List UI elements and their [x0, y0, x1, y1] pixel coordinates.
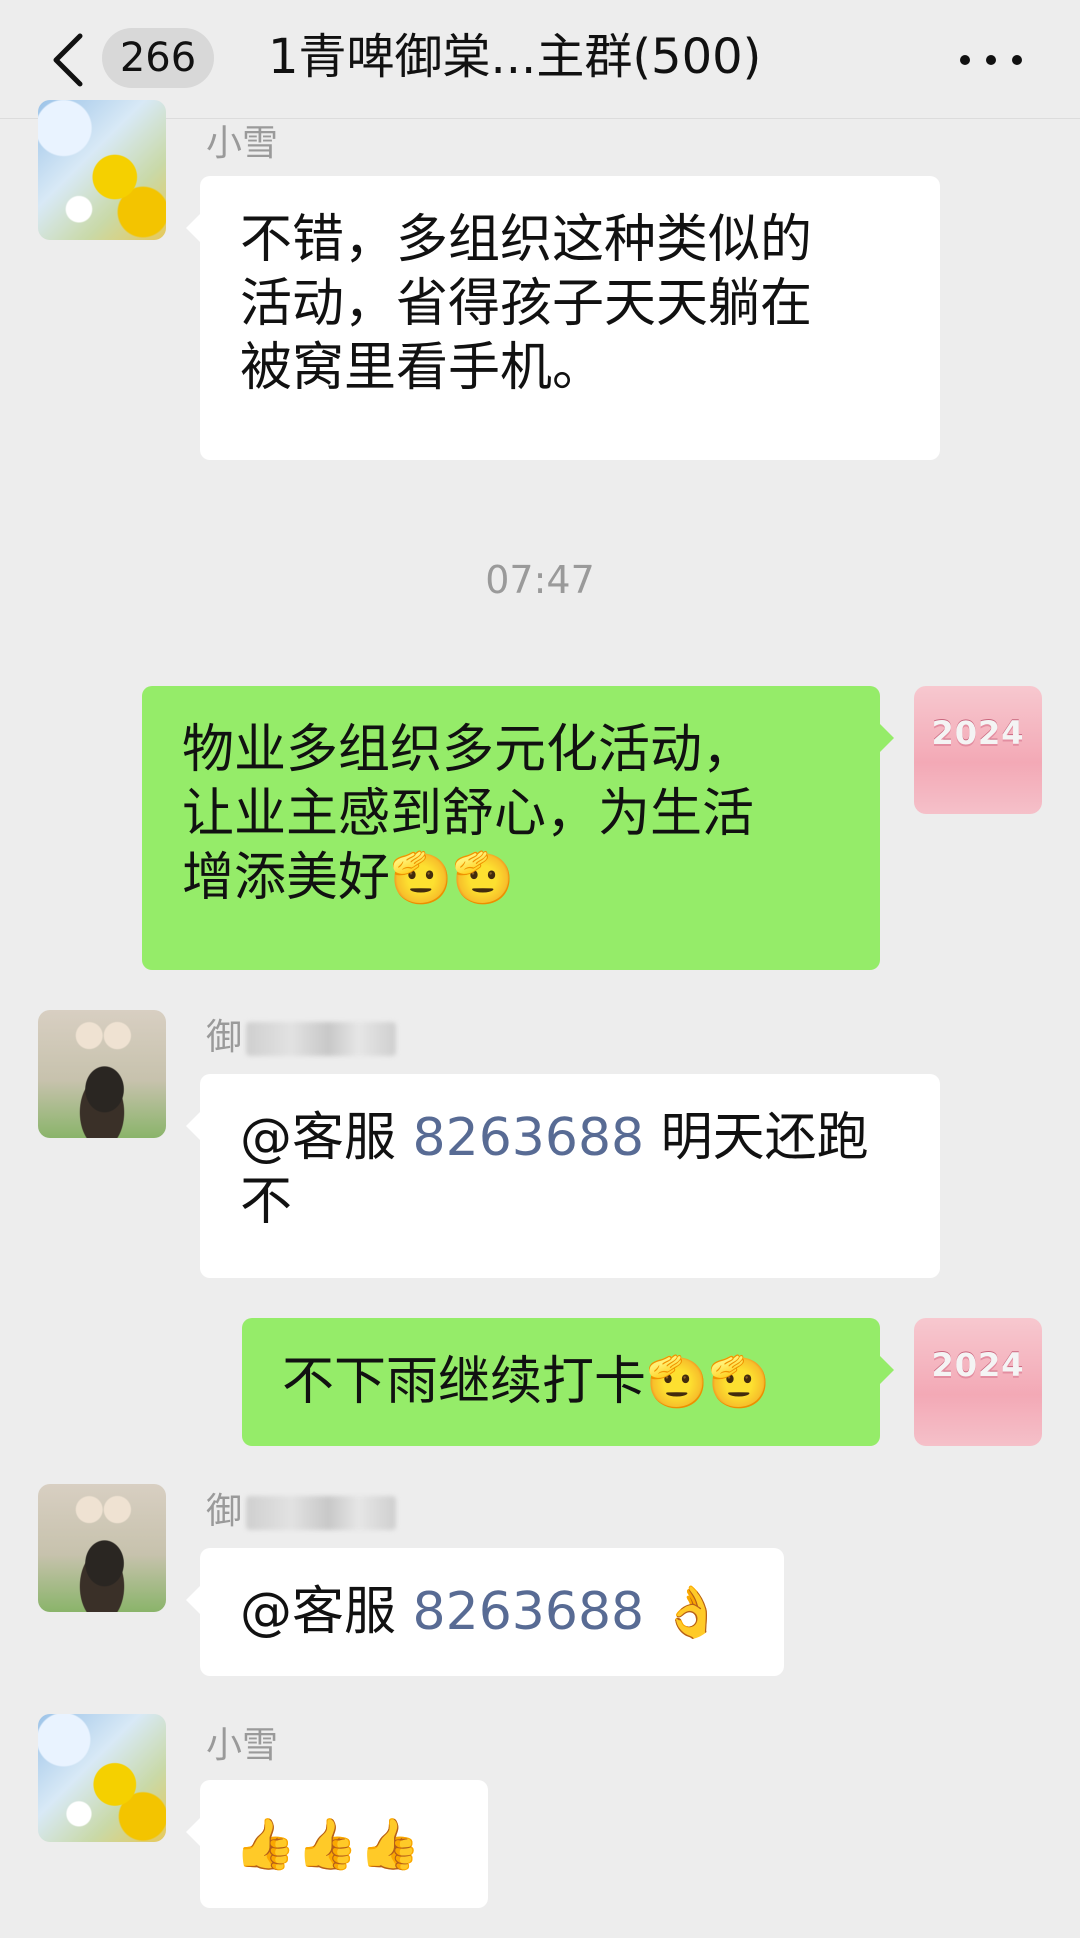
message-line: 让业主感到舒心，为生活 — [182, 784, 755, 844]
mention-number[interactable]: 8263688 — [413, 1108, 645, 1168]
saluting-face-emoji: 🫡🫡 — [390, 849, 515, 907]
sender-name-prefix: 御 — [206, 1491, 243, 1532]
message-timestamp: 07:47 — [485, 558, 595, 602]
avatar-member[interactable] — [38, 1010, 166, 1138]
message-line: 活动，省得孩子天天躺在 — [240, 274, 813, 334]
avatar-xiaoxue[interactable] — [38, 1714, 166, 1842]
avatar-label: 2024 — [931, 714, 1025, 752]
sender-name-prefix: 御 — [206, 1017, 243, 1058]
back-arrow-icon[interactable] — [48, 30, 88, 90]
mention-label[interactable]: @客服 — [240, 1108, 396, 1168]
saluting-face-emoji: 🫡🫡 — [646, 1353, 771, 1411]
blurred-name — [246, 1496, 397, 1530]
message-line: @客服 8263688 明天还跑 — [240, 1106, 900, 1170]
blurred-name — [246, 1022, 397, 1056]
message-bubble-outgoing[interactable]: 物业多组织多元化活动， 让业主感到舒心，为生活 增添美好🫡🫡 — [142, 686, 894, 970]
message-line: 不错，多组织这种类似的 — [240, 210, 813, 270]
message-line: 增添美好🫡🫡 — [182, 846, 840, 910]
message-bubble[interactable]: 不错，多组织这种类似的 活动，省得孩子天天躺在 被窝里看手机。 — [186, 176, 940, 460]
avatar-member[interactable] — [38, 1484, 166, 1612]
message-text: 增添美好 — [182, 848, 391, 908]
thumbs-up-emoji: 👍👍👍 — [234, 1815, 421, 1873]
my-avatar[interactable]: 2024 — [914, 686, 1042, 814]
message-text: 明天还跑 — [660, 1108, 869, 1168]
sender-name: 御 — [206, 1490, 397, 1534]
mention-label[interactable]: @客服 — [240, 1582, 396, 1642]
sender-name: 小雪 — [206, 1725, 279, 1766]
sender-name: 小雪 — [206, 123, 279, 164]
message-bubble[interactable]: @客服 8263688 👌 — [186, 1548, 784, 1676]
message-line: 不 — [240, 1172, 293, 1232]
message-line: 被窝里看手机。 — [240, 338, 605, 398]
chat-header: 266 1青啤御棠...主群(500) — [0, 0, 1080, 119]
message-bubble-outgoing[interactable]: 不下雨继续打卡🫡🫡 — [242, 1318, 894, 1446]
message-text: 不下雨继续打卡 — [282, 1352, 647, 1412]
my-avatar[interactable]: 2024 — [914, 1318, 1042, 1446]
message-line: 物业多组织多元化活动， — [182, 720, 755, 780]
mention-number[interactable]: 8263688 — [413, 1582, 645, 1642]
chat-title: 1青啤御棠...主群(500) — [268, 29, 762, 85]
unread-count-badge[interactable]: 266 — [102, 28, 214, 88]
sender-name: 御 — [206, 1016, 397, 1060]
avatar-label: 2024 — [931, 1346, 1025, 1384]
ok-hand-emoji: 👌 — [660, 1583, 723, 1641]
more-options-icon[interactable] — [958, 30, 1024, 90]
avatar-xiaoxue[interactable] — [38, 100, 166, 240]
message-bubble[interactable]: @客服 8263688 明天还跑 不 — [186, 1074, 940, 1278]
message-bubble[interactable]: 👍👍👍 — [186, 1780, 488, 1908]
